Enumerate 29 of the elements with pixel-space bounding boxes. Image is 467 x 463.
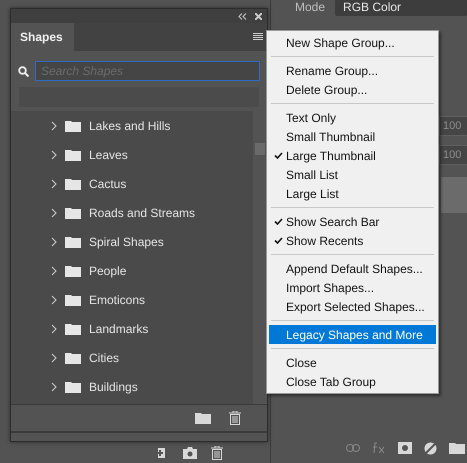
menu-item[interactable]: Small List (269, 165, 436, 184)
menu-item[interactable]: Small Thumbnail (269, 127, 436, 146)
group-name[interactable]: Lakes and Hills (89, 118, 170, 132)
menu-item[interactable]: Append Default Shapes... (269, 259, 436, 278)
group-name[interactable]: Emoticons (89, 292, 146, 306)
menu-item[interactable]: Text Only (269, 108, 436, 127)
menu-item[interactable]: Large List (269, 184, 436, 203)
group-name[interactable]: Cactus (89, 176, 126, 190)
menu-item[interactable]: Legacy Shapes and More (269, 325, 436, 344)
shapes-tab[interactable]: Shapes (11, 23, 74, 51)
group-name[interactable]: Landmarks (89, 322, 148, 336)
menu-item[interactable]: Close (269, 353, 436, 372)
mode-dropdown[interactable]: RGB Color (335, 0, 467, 16)
menu-item[interactable]: Export Selected Shapes... (269, 297, 436, 316)
menu-item[interactable]: Delete Group... (269, 80, 436, 99)
group-name[interactable]: People (89, 264, 126, 278)
menu-item[interactable]: Show Recents (269, 231, 436, 250)
group-name[interactable]: Spiral Shapes (89, 234, 164, 248)
menu-item[interactable]: Large Thumbnail (269, 146, 436, 165)
mode-label: Mode (295, 0, 326, 14)
group-name[interactable]: Buildings (89, 380, 138, 394)
group-name[interactable]: Roads and Streams (89, 206, 196, 220)
menu-item[interactable]: Import Shapes... (269, 278, 436, 297)
group-name[interactable]: Cities (89, 350, 120, 364)
menu-item[interactable]: New Shape Group... (269, 33, 436, 52)
menu-item[interactable]: Rename Group... (269, 61, 436, 80)
group-name[interactable]: Leaves (89, 148, 128, 162)
menu-item[interactable]: Close Tab Group (269, 372, 436, 391)
menu-item[interactable]: Show Search Bar (269, 212, 436, 231)
